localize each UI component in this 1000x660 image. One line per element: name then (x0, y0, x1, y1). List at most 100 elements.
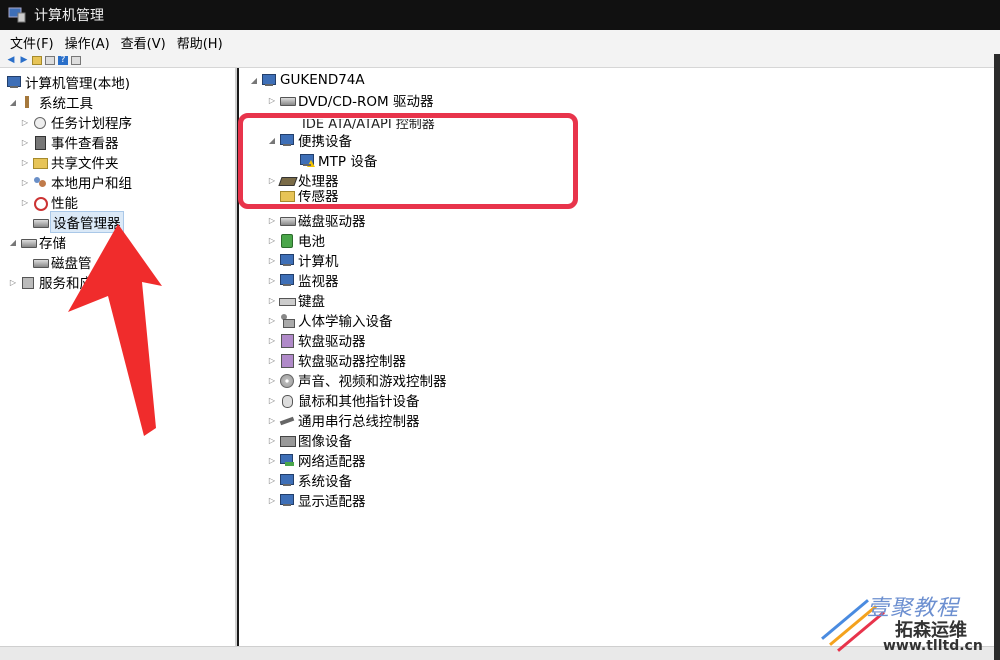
device-category-item[interactable]: ▷ 通用串行总线控制器 (267, 410, 420, 430)
expand-arrow-icon[interactable]: ▷ (8, 278, 18, 287)
battery-icon (279, 233, 295, 248)
tree-label: 监视器 (298, 274, 339, 290)
device-category-item[interactable]: ▷ 软盘驱动器控制器 (267, 350, 406, 370)
window-border (994, 54, 1000, 660)
expand-arrow-icon[interactable]: ▷ (267, 416, 277, 425)
tree-item-storage[interactable]: ◢ 存储 (8, 232, 66, 252)
help-icon[interactable]: ? (58, 56, 68, 65)
collapse-arrow-icon[interactable]: ◢ (8, 238, 18, 247)
floppy-controller-icon (279, 353, 295, 368)
tree-label: 声音、视频和游戏控制器 (298, 374, 447, 390)
menu-file[interactable]: 文件(F) (10, 33, 54, 52)
device-category-item[interactable]: ▷ 声音、视频和游戏控制器 (267, 370, 447, 390)
tree-label: 电池 (298, 234, 325, 250)
menu-help[interactable]: 帮助(H) (177, 33, 223, 52)
expand-arrow-icon[interactable]: ▷ (267, 336, 277, 345)
tree-item-device-manager[interactable]: 设备管理器 (20, 211, 124, 233)
dvd-drive-icon (279, 93, 296, 107)
device-category-ide[interactable]: IDE ATA/ATAPI 控制器 (300, 116, 562, 132)
expand-arrow-icon[interactable]: ▷ (267, 376, 277, 385)
device-category-item[interactable]: ▷ 电池 (267, 230, 325, 250)
tree-label: 共享文件夹 (51, 156, 119, 172)
tree-item-task-scheduler[interactable]: ▷ 任务计划程序 (20, 112, 132, 132)
expand-arrow-icon[interactable]: ▷ (267, 316, 277, 325)
tree-item-performance[interactable]: ▷ 性能 (20, 192, 78, 212)
tree-label: 显示适配器 (298, 494, 366, 510)
warning-icon (307, 160, 315, 167)
sound-icon (279, 373, 295, 388)
expand-arrow-icon[interactable]: ▷ (267, 276, 277, 285)
expand-arrow-icon[interactable]: ▷ (20, 118, 30, 127)
collapse-arrow-icon[interactable]: ◢ (267, 136, 277, 145)
tree-item-event-viewer[interactable]: ▷ 事件查看器 (20, 132, 119, 152)
expand-arrow-icon[interactable]: ▷ (267, 236, 277, 245)
expand-arrow-icon[interactable]: ▷ (267, 176, 277, 185)
device-category-item[interactable]: ▷ 人体学输入设备 (267, 310, 393, 330)
expand-arrow-icon[interactable]: ▷ (20, 198, 30, 207)
device-category-item[interactable]: ▷ 网络适配器 (267, 450, 366, 470)
expand-arrow-icon[interactable]: ▷ (267, 96, 277, 105)
expand-arrow-icon[interactable]: ▷ (267, 436, 277, 445)
mouse-icon (279, 393, 295, 408)
usb-icon (279, 413, 295, 427)
tree-item-services[interactable]: ▷ 服务和应 (8, 272, 93, 292)
expand-arrow-icon[interactable]: ▷ (267, 396, 277, 405)
tree-label: 存储 (39, 236, 66, 252)
device-category-processor[interactable]: ▷ 处理器 (267, 170, 339, 190)
computer-management-icon (6, 75, 22, 89)
device-category-item[interactable]: ▷ 计算机 (267, 250, 339, 270)
network-icon (279, 453, 295, 467)
tree-item-local-users[interactable]: ▷ 本地用户和组 (20, 172, 132, 192)
tree-label: 处理器 (298, 174, 339, 190)
expand-arrow-icon[interactable]: ▷ (20, 178, 30, 187)
expand-arrow-icon[interactable]: ▷ (20, 158, 30, 167)
device-category-item[interactable]: ▷ 系统设备 (267, 470, 352, 490)
device-mtp[interactable]: MTP 设备 (287, 150, 377, 170)
device-category-item[interactable]: ▷ 键盘 (267, 290, 325, 310)
users-icon (32, 175, 48, 189)
tree-label: 软盘驱动器 (298, 334, 366, 350)
storage-icon (20, 235, 37, 249)
expand-arrow-icon[interactable]: ▷ (267, 476, 277, 485)
device-category-portable[interactable]: ◢ 便携设备 (267, 130, 352, 150)
sensor-icon (279, 190, 295, 202)
device-category-item[interactable]: ▷ 图像设备 (267, 430, 352, 450)
tree-item-system-tools[interactable]: ◢ 系统工具 (8, 92, 93, 112)
expand-arrow-icon[interactable]: ▷ (20, 138, 30, 147)
tree-label: 键盘 (298, 294, 325, 310)
device-category-item[interactable]: ▷ 鼠标和其他指针设备 (267, 390, 420, 410)
device-category-item[interactable]: ▷ 软盘驱动器 (267, 330, 366, 350)
device-category-dvd[interactable]: ▷ DVD/CD-ROM 驱动器 (267, 90, 434, 110)
expand-arrow-icon[interactable]: ▷ (267, 496, 277, 505)
console-tree-icon[interactable] (45, 56, 55, 65)
properties-icon[interactable] (71, 56, 81, 65)
tree-item-shared-folders[interactable]: ▷ 共享文件夹 (20, 152, 119, 172)
device-category-item[interactable]: ▷ 监视器 (267, 270, 339, 290)
menu-view[interactable]: 查看(V) (121, 33, 166, 52)
device-category-item[interactable]: ▷ 磁盘驱动器 (267, 210, 366, 230)
expand-arrow-icon[interactable]: ▷ (267, 456, 277, 465)
keyboard-icon (279, 293, 296, 307)
tree-label: 系统设备 (298, 474, 352, 490)
collapse-arrow-icon[interactable]: ◢ (249, 76, 259, 85)
tree-item-disk-management[interactable]: 磁盘管 (20, 252, 92, 272)
device-category-item[interactable]: ▷ 显示适配器 (267, 490, 366, 510)
clock-icon (32, 115, 48, 129)
back-arrow-icon[interactable]: ◀ (6, 56, 16, 65)
collapse-arrow-icon[interactable]: ◢ (8, 98, 18, 107)
tree-label: 服务和应 (39, 276, 93, 292)
device-tree-root[interactable]: ◢ GUKEND74A (249, 70, 365, 90)
device-category-sensor[interactable]: 传感器 (267, 190, 339, 202)
portable-device-icon (279, 133, 295, 147)
device-manager-icon (32, 215, 49, 229)
expand-arrow-icon[interactable]: ▷ (267, 356, 277, 365)
tools-icon (20, 95, 36, 109)
forward-arrow-icon[interactable]: ▶ (19, 56, 29, 65)
tree-item-root[interactable]: 计算机管理(本地) (4, 72, 130, 92)
expand-arrow-icon[interactable]: ▷ (267, 216, 277, 225)
up-folder-icon[interactable] (32, 56, 42, 65)
computer-icon (261, 73, 277, 87)
expand-arrow-icon[interactable]: ▷ (267, 296, 277, 305)
expand-arrow-icon[interactable]: ▷ (267, 256, 277, 265)
menu-action[interactable]: 操作(A) (65, 33, 110, 52)
